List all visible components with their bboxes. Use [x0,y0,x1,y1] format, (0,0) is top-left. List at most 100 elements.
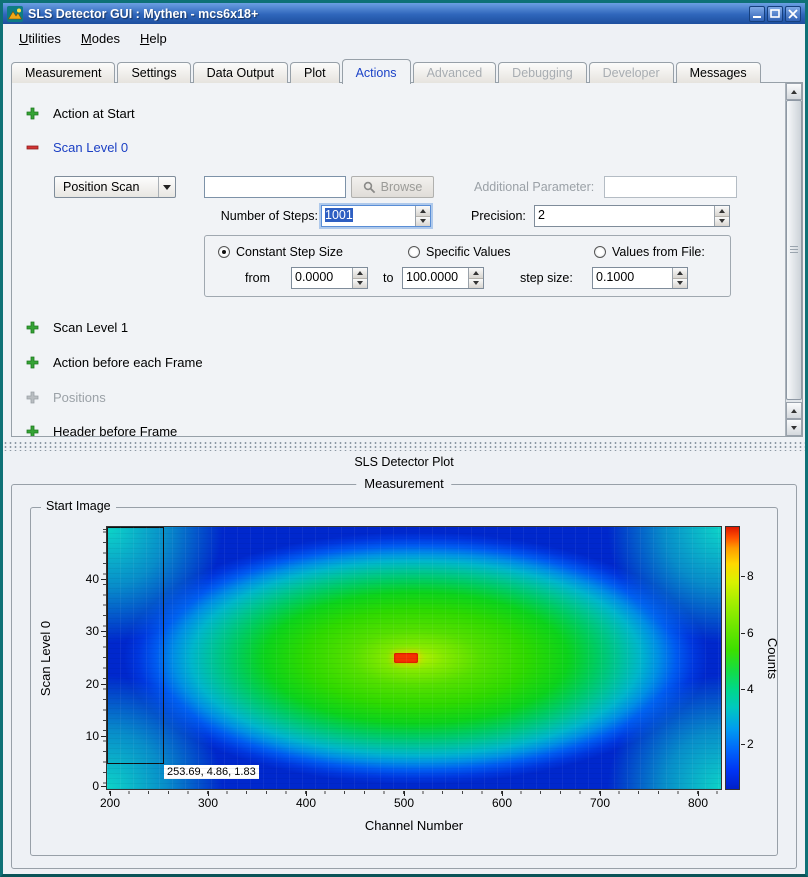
step-size-spinbox[interactable]: 0.1000 [592,267,688,289]
tab-data-output[interactable]: Data Output [193,62,288,83]
expand-plus-icon[interactable] [26,321,39,334]
specific-values-label: Specific Values [426,245,511,259]
header-before-frame-row[interactable]: Header before Frame [26,423,177,437]
expand-plus-icon[interactable] [26,107,39,120]
scan-mode-combobox[interactable]: Position Scan [54,176,176,198]
menu-modes[interactable]: Modes [73,28,128,49]
radio-constant-step-size[interactable]: Constant Step Size [218,245,343,259]
scroll-down-button[interactable] [786,419,802,436]
tab-measurement[interactable]: Measurement [11,62,115,83]
scroll-up-button[interactable] [786,83,802,100]
header-before-frame-label: Header before Frame [53,424,177,438]
colorbar-axis-label: Counts [764,526,782,790]
spin-down-button[interactable] [469,279,483,289]
radio-button-icon [594,246,606,258]
x-tick-label: 600 [487,796,517,810]
scan-mode-value: Position Scan [55,180,158,194]
from-value[interactable]: 0.0000 [292,268,352,288]
radio-values-from-file[interactable]: Values from File: [594,245,705,259]
scan-script-input[interactable] [204,176,346,198]
tab-messages[interactable]: Messages [676,62,761,83]
app-window: SLS Detector GUI : Mythen - mcs6x18+ Uti… [0,0,808,877]
radio-button-icon [218,246,230,258]
titlebar[interactable]: SLS Detector GUI : Mythen - mcs6x18+ [3,3,805,24]
tab-plot[interactable]: Plot [290,62,340,83]
minimize-button[interactable] [749,6,765,22]
splitter-handle[interactable] [3,441,805,451]
y-axis-label: Scan Level 0 [37,526,55,790]
heatmap-peak-spot [394,653,418,663]
heatmap-plot[interactable]: 253.69, 4.86, 1.83 [106,526,722,790]
from-label: from [245,267,270,289]
radio-button-icon [408,246,420,258]
actions-panel: Action at Start Scan Level 0 Position Sc… [11,82,803,437]
close-button[interactable] [785,6,801,22]
to-spinbox[interactable]: 100.0000 [402,267,484,289]
maximize-button[interactable] [767,6,783,22]
additional-parameter-input [604,176,737,198]
start-image-groupbox: Start Image Scan Level 0 0 10 20 30 40 [30,507,778,856]
scrollbar-thumb[interactable] [786,100,802,400]
window-title: SLS Detector GUI : Mythen - mcs6x18+ [28,7,744,21]
browse-button: Browse [351,176,434,198]
spin-down-button[interactable] [416,217,430,227]
action-at-start-row[interactable]: Action at Start [26,105,135,121]
measurement-groupbox: Measurement Start Image Scan Level 0 0 1… [11,484,797,869]
from-spinbox[interactable]: 0.0000 [291,267,368,289]
spin-up-button[interactable] [469,268,483,279]
browse-icon [363,181,376,194]
expand-plus-icon[interactable] [26,425,39,438]
action-before-each-frame-row[interactable]: Action before each Frame [26,354,203,370]
scan-level-1-row[interactable]: Scan Level 1 [26,319,128,335]
collapse-minus-icon[interactable] [26,141,39,154]
spin-up-button[interactable] [416,206,430,217]
number-of-steps-label: Number of Steps: [204,205,318,227]
expand-plus-icon-disabled [26,391,39,404]
app-icon [7,6,23,22]
precision-value[interactable]: 2 [535,206,714,226]
cursor-readout: 253.69, 4.86, 1.83 [164,765,259,779]
expand-plus-icon[interactable] [26,356,39,369]
tab-bar: Measurement Settings Data Output Plot Ac… [11,58,763,83]
x-tick-label: 400 [291,796,321,810]
spin-up-button[interactable] [673,268,687,279]
x-minor-ticks [106,791,722,794]
colorbar-tick [741,576,745,577]
tab-settings[interactable]: Settings [117,62,190,83]
tab-developer: Developer [589,62,674,83]
radio-specific-values[interactable]: Specific Values [408,245,511,259]
to-label: to [383,267,393,289]
number-of-steps-value[interactable]: 1001 [325,208,353,222]
x-tick-label: 200 [95,796,125,810]
tab-debugging: Debugging [498,62,586,83]
values-from-file-label: Values from File: [612,245,705,259]
menu-utilities[interactable]: Utilities [11,28,69,49]
y-tick-label: 40 [59,572,99,586]
number-of-steps-spinbox[interactable]: 1001 [321,205,431,227]
spin-down-button[interactable] [673,279,687,289]
positions-row: Positions [26,389,106,405]
step-size-value[interactable]: 0.1000 [593,268,672,288]
plot-dock-title: SLS Detector Plot [3,453,805,471]
scroll-up-button-bottom[interactable] [786,402,802,419]
spin-up-button[interactable] [353,268,367,279]
scan-level-0-row[interactable]: Scan Level 0 [26,139,128,155]
spin-down-button[interactable] [715,217,729,227]
tab-actions[interactable]: Actions [342,59,411,84]
x-tick-label: 800 [683,796,713,810]
y-tick-label: 30 [59,624,99,638]
x-tick-label: 700 [585,796,615,810]
constant-step-size-label: Constant Step Size [236,245,343,259]
y-tick-label: 20 [59,677,99,691]
menu-help[interactable]: Help [132,28,175,49]
zoom-selection-rect [107,527,164,764]
to-value[interactable]: 100.0000 [403,268,468,288]
spin-down-button[interactable] [353,279,367,289]
spin-up-button[interactable] [715,206,729,217]
vertical-scrollbar[interactable] [785,83,802,436]
colorbar-tick [741,689,745,690]
precision-label: Precision: [471,205,526,227]
plot-wrapper: Scan Level 0 0 10 20 30 40 253.69, 4.86,… [31,508,777,855]
precision-spinbox[interactable]: 2 [534,205,730,227]
step-mode-groupbox: Constant Step Size Specific Values Value… [204,235,731,297]
